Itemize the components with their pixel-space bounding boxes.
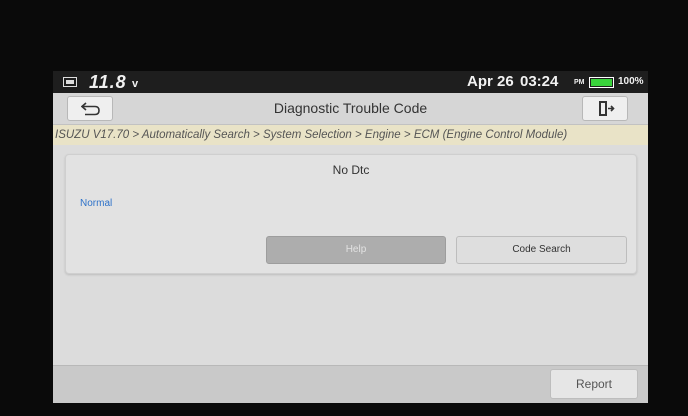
status-time: 03:24 — [520, 73, 559, 90]
voltage-readout: 11.8 — [89, 72, 127, 92]
status-date: Apr 26 — [467, 73, 514, 90]
battery-percent: 100% — [618, 76, 644, 87]
page-title: Diagnostic Trouble Code — [273, 100, 428, 116]
voltage-unit: v — [132, 78, 139, 90]
bottom-toolbar: Report — [53, 365, 648, 403]
report-button[interactable]: Report — [550, 369, 638, 399]
device-screen: 11.8 v Apr 26 03:24 PM 100% Diagnostic T… — [53, 71, 648, 403]
system-status-label: Normal — [80, 198, 113, 209]
dtc-result-title: No Dtc — [332, 163, 370, 177]
exit-button[interactable] — [582, 96, 628, 121]
exit-door-icon — [599, 101, 615, 116]
dtc-result-card: No Dtc Normal Help Code Search — [65, 154, 637, 274]
title-bar: Diagnostic Trouble Code — [53, 93, 648, 125]
code-search-button[interactable]: Code Search — [456, 236, 627, 264]
battery-icon — [589, 77, 614, 88]
help-button[interactable]: Help — [266, 236, 446, 264]
status-ampm: PM — [574, 79, 585, 86]
breadcrumb: ISUZU V17.70 > Automatically Search > Sy… — [53, 125, 648, 145]
vci-icon — [63, 77, 77, 87]
status-bar: 11.8 v Apr 26 03:24 PM 100% — [53, 71, 648, 93]
battery-level-fill — [591, 79, 612, 86]
